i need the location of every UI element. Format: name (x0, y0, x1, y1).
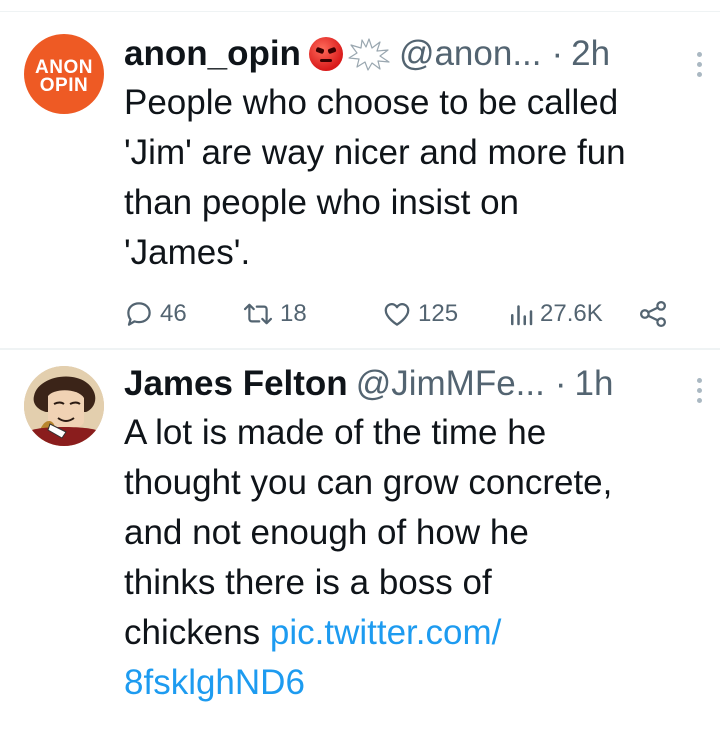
like-button[interactable]: 125 (382, 299, 458, 329)
timestamp[interactable]: 1h (575, 364, 614, 404)
more-icon[interactable] (696, 52, 702, 77)
views-icon (511, 305, 533, 326)
share-button[interactable] (638, 299, 668, 329)
like-icon (384, 303, 410, 326)
retweet-button[interactable]: 18 (242, 299, 307, 329)
separator-dot: · (551, 34, 564, 73)
tweet-header: James Felton @JimMFe... · 1h (124, 362, 706, 406)
action-bar: 46 18 125 27.6K (124, 294, 680, 334)
views-button[interactable]: 27.6K (508, 299, 603, 329)
retweet-icon (243, 303, 273, 325)
anger-burst-emoji-icon (348, 38, 390, 71)
tweet-james-felton[interactable]: James Felton @JimMFe... · 1h A lot is ma… (0, 350, 720, 729)
view-count: 27.6K (540, 300, 603, 327)
tweet-text: People who choose to be called 'Jim' are… (124, 83, 626, 272)
angry-face-emoji-icon (308, 37, 343, 71)
timestamp[interactable]: 2h (571, 34, 610, 74)
tweet-anon-opin[interactable]: ANON OPIN anon_opin @anon... · 2h People… (0, 12, 720, 348)
tweet-body: James Felton @JimMFe... · 1h A lot is ma… (124, 362, 706, 708)
retweet-count: 18 (280, 300, 307, 327)
tweet-body: anon_opin @anon... · 2h People who choos… (124, 32, 706, 278)
separator-dot: · (554, 364, 567, 403)
like-count: 125 (418, 300, 459, 327)
more-icon[interactable] (696, 378, 702, 403)
handle[interactable]: @anon... (399, 34, 542, 74)
display-name[interactable]: James Felton (124, 364, 348, 404)
anon-opin-logo: ANON OPIN (24, 34, 104, 114)
display-name[interactable]: anon_opin (124, 34, 301, 74)
share-icon (640, 301, 666, 327)
avatar[interactable]: ANON OPIN (24, 34, 104, 114)
tweet-header: anon_opin @anon... · 2h (124, 32, 706, 76)
avatar[interactable] (24, 366, 104, 446)
reply-button[interactable]: 46 (124, 299, 187, 329)
reply-count: 46 (160, 300, 187, 327)
handle[interactable]: @JimMFe... (356, 364, 545, 404)
profile-photo-icon (24, 366, 104, 446)
reply-icon (127, 302, 151, 326)
logo-text-line-2: OPIN (39, 75, 89, 96)
tweet-text: A lot is made of the time he thought you… (124, 408, 706, 708)
